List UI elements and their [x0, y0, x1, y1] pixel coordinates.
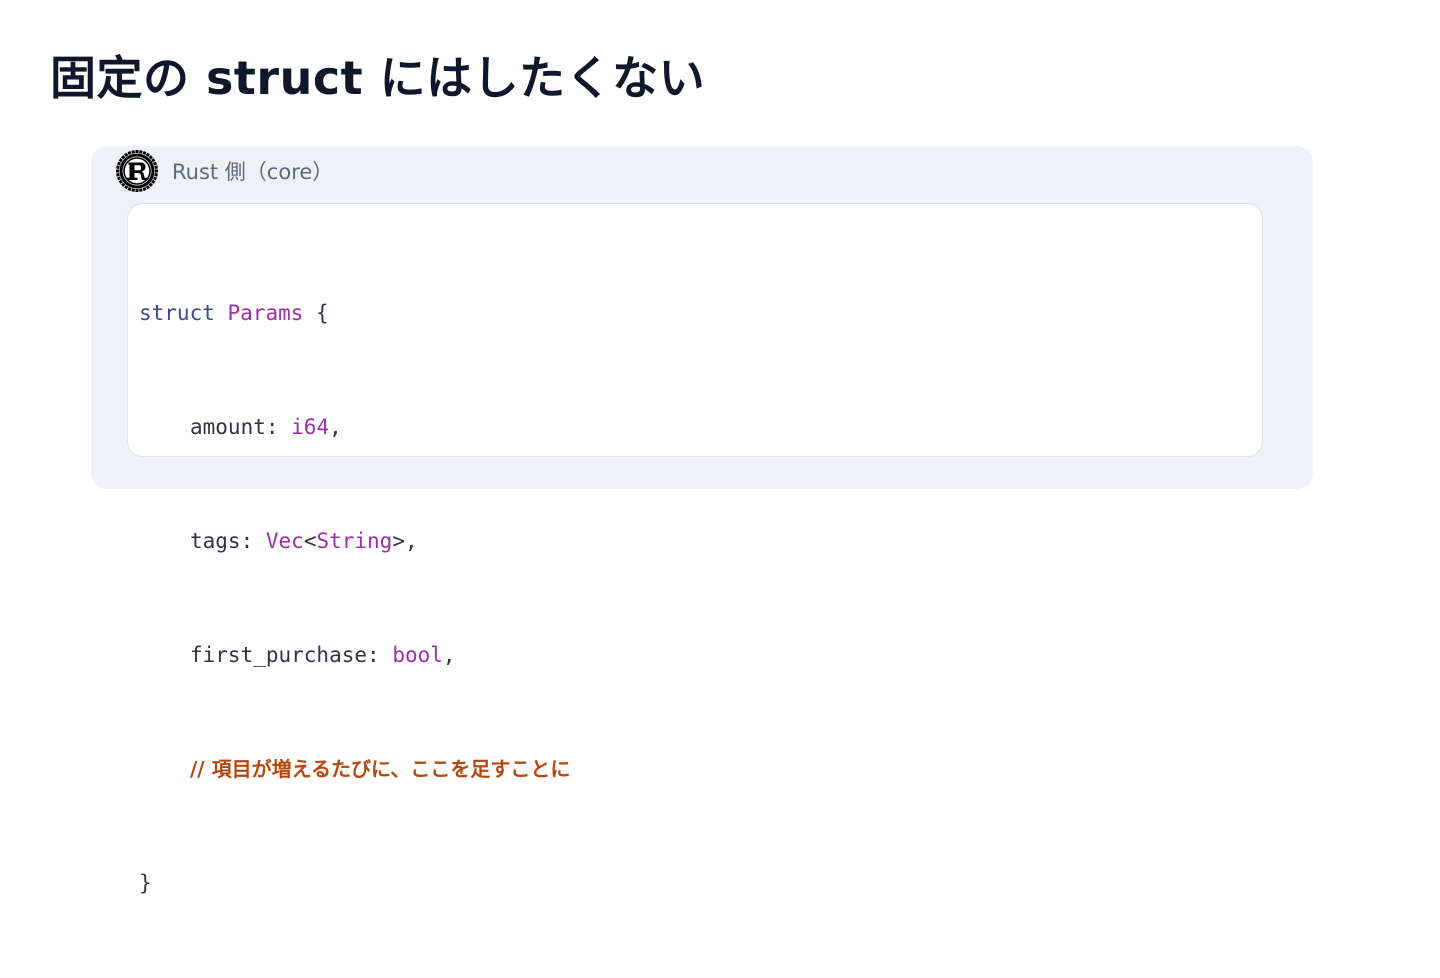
code-field: first_purchase	[190, 643, 368, 667]
code-field: amount	[190, 415, 266, 439]
code-comma: ,	[442, 643, 456, 667]
code-line-4: first_purchase: bool,	[139, 636, 570, 674]
code-comma: ,	[404, 529, 418, 553]
rust-logo-icon	[116, 150, 158, 192]
code-keyword: struct	[139, 301, 215, 325]
code-text: struct Params { amount: i64, tags: Vec<S…	[139, 218, 570, 978]
code-line-6: }	[139, 864, 570, 902]
code-colon: :	[240, 529, 266, 553]
code-angle-open: <	[303, 529, 317, 553]
code-type: bool	[392, 643, 443, 667]
code-colon: :	[265, 415, 292, 439]
code-brace-open: {	[316, 301, 329, 325]
code-line-2: amount: i64,	[139, 408, 570, 446]
code-comma: ,	[329, 415, 342, 439]
code-block: struct Params { amount: i64, tags: Vec<S…	[127, 203, 1263, 895]
code-type: Vec	[265, 529, 304, 553]
code-type: i64	[291, 415, 330, 439]
code-colon: :	[367, 643, 393, 667]
code-line-5: // 項目が増えるたびに、ここを足すことに	[139, 750, 570, 788]
code-type: String	[316, 529, 393, 553]
code-line-3: tags: Vec<String>,	[139, 522, 570, 560]
panel-label: Rust 側（core）	[172, 160, 334, 184]
code-brace-close: }	[139, 871, 152, 895]
slide-title: 固定の struct にはしたくない	[50, 51, 706, 105]
code-line-1: struct Params {	[139, 294, 570, 332]
panel-header: Rust 側（core）	[115, 149, 333, 193]
code-field: tags	[190, 529, 241, 553]
code-struct-name: Params	[227, 301, 304, 325]
code-comment: // 項目が増えるたびに、ここを足すことに	[190, 757, 571, 781]
rust-code-panel: Rust 側（core） struct Params { amount: i64…	[91, 146, 1313, 895]
code-angle-close: >	[392, 529, 405, 553]
